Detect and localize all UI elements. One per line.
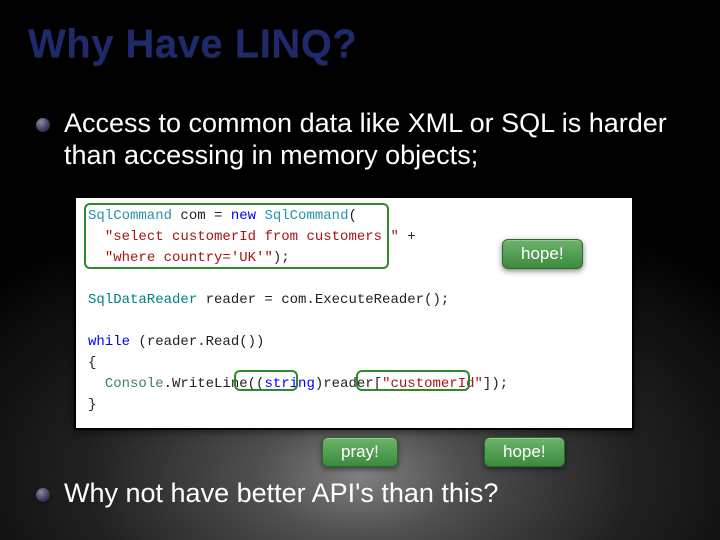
code-span — [88, 313, 96, 329]
bullet-item: Access to common data like XML or SQL is… — [36, 108, 684, 172]
bullet-item: Why not have better API's than this? — [36, 478, 684, 510]
code-span — [88, 376, 105, 392]
code-span: while — [88, 334, 130, 350]
slide-title: Why Have LINQ? — [28, 22, 357, 67]
code-span: SqlDataReader — [88, 292, 197, 308]
code-span: } — [88, 397, 96, 413]
code-span: (reader.Read()) — [130, 334, 264, 350]
bullet-icon — [36, 488, 50, 502]
bullet-group-1: Access to common data like XML or SQL is… — [36, 108, 684, 182]
code-span: + — [399, 229, 416, 245]
code-span: reader = com.ExecuteReader(); — [197, 292, 449, 308]
callout-hope-top: hope! — [502, 239, 583, 269]
bullet-group-2: Why not have better API's than this? — [36, 478, 684, 520]
code-span: Console — [105, 376, 164, 392]
highlight-box-sql — [84, 203, 389, 269]
bullet-text: Why not have better API's than this? — [64, 478, 498, 510]
code-span — [88, 271, 96, 287]
highlight-box-cast — [234, 370, 298, 391]
code-span: { — [88, 355, 96, 371]
callout-pray: pray! — [322, 437, 398, 467]
bullet-text: Access to common data like XML or SQL is… — [64, 108, 684, 172]
callout-hope-bottom: hope! — [484, 437, 565, 467]
slide: Why Have LINQ? Access to common data lik… — [0, 0, 720, 540]
code-card: SqlCommand com = new SqlCommand( "select… — [74, 196, 634, 430]
bullet-icon — [36, 118, 50, 132]
code-span: ]); — [483, 376, 508, 392]
highlight-box-indexer — [356, 370, 470, 391]
